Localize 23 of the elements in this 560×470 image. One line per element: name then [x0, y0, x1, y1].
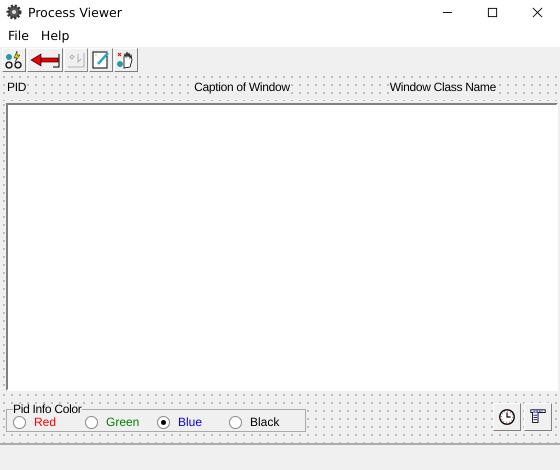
color-radio[interactable]: Red [13, 416, 85, 428]
arrow-icon [29, 51, 61, 69]
menu-item[interactable]: Help [34, 28, 76, 42]
menu-item[interactable]: File [2, 28, 35, 42]
notepad-pen-icon [91, 50, 111, 70]
toolbar-button[interactable] [114, 48, 138, 72]
clock-icon [498, 408, 516, 426]
color-radio[interactable]: Blue [157, 416, 229, 428]
list-button[interactable] [524, 403, 552, 431]
column-header: Caption of Window [193, 80, 291, 94]
column-header: PID [6, 80, 28, 94]
color-radio[interactable]: Black [229, 416, 301, 428]
color-radio[interactable]: Green [85, 416, 157, 428]
gear-icon [6, 4, 22, 20]
glasses-icon [4, 50, 24, 70]
back-button[interactable] [27, 48, 63, 72]
clock-button[interactable] [493, 403, 521, 431]
window-title: Process Viewer [28, 4, 122, 20]
list-icon [529, 408, 547, 426]
column-header: Window Class Name [388, 80, 497, 94]
toolbar-button[interactable] [2, 48, 26, 72]
group-title: Pid Info Color [13, 402, 82, 416]
toolbar-button[interactable] [89, 48, 113, 72]
